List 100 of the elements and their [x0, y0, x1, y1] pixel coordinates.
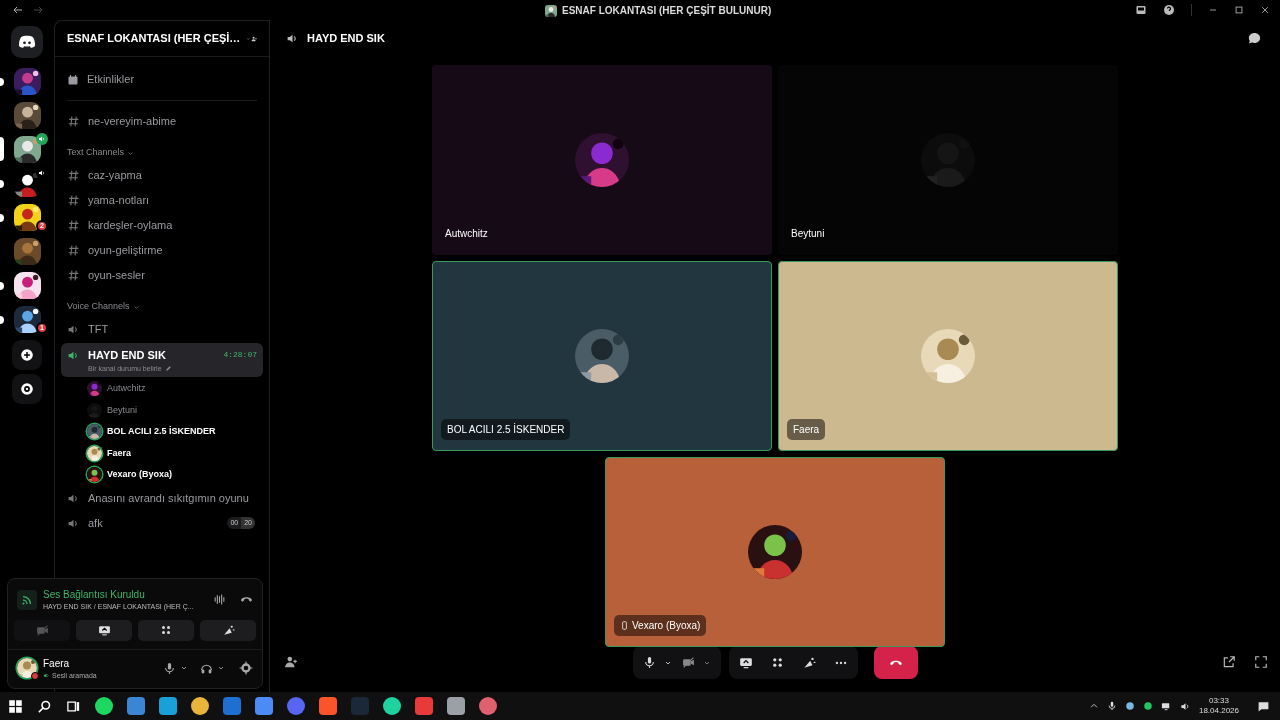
hash-icon: [67, 269, 80, 282]
camera-button[interactable]: [681, 656, 711, 669]
clock-date: 18.04.2026: [1198, 706, 1239, 716]
taskbar-app-icon[interactable]: [191, 697, 209, 715]
chevron-down-icon: [132, 303, 140, 311]
screen-share-button[interactable]: [738, 655, 753, 670]
taskbar-app-icon[interactable]: [95, 697, 113, 715]
screen-share-icon: [97, 623, 111, 637]
home-button[interactable]: [11, 26, 43, 58]
channel-title: HAYD END SIK: [307, 30, 385, 46]
window-title: ESNAF LOKANTASI (HER ÇEŞİT BULUNUR): [562, 3, 772, 18]
participant-name-tag: Faera: [787, 419, 826, 440]
server-icon[interactable]: [13, 204, 41, 231]
channel-item[interactable]: oyun-geliştirme: [61, 238, 263, 263]
voice-member[interactable]: Autwchitz: [61, 378, 263, 400]
channel-item[interactable]: yama-notları: [61, 188, 263, 213]
soundboard-icon: [801, 655, 816, 670]
task-view-button[interactable]: [66, 698, 81, 714]
participant-tile[interactable]: Beytuni: [778, 65, 1118, 255]
inbox-icon: [1135, 4, 1147, 16]
channel-item[interactable]: TFT: [61, 317, 263, 342]
channel-item[interactable]: Anasını avrandı sıkıtgımın oyunu: [61, 485, 263, 511]
server-icon[interactable]: [13, 68, 41, 95]
taskbar-app-icon[interactable]: [287, 697, 305, 715]
participant-name: Beytuni: [791, 227, 825, 241]
search-icon: [37, 698, 52, 714]
server-name[interactable]: ESNAF LOKANTASI (HER ÇEŞİ…: [67, 30, 241, 47]
chat-icon: [1247, 30, 1262, 46]
discover-button[interactable]: [12, 374, 42, 404]
voice-member[interactable]: Vexaro (Byoxa): [61, 464, 263, 486]
taskbar-app-icon[interactable]: [479, 697, 497, 715]
participant-name: Autwchitz: [445, 227, 488, 241]
channel-item[interactable]: caz-yapma: [61, 163, 263, 188]
hash-icon: [67, 115, 80, 128]
taskbar-app-icon[interactable]: [447, 697, 465, 715]
plus-icon: [20, 348, 34, 362]
mic-icon: [1106, 701, 1117, 711]
channel-item[interactable]: oyun-sesler: [61, 263, 263, 288]
mute-button[interactable]: [642, 656, 672, 669]
participant-tile[interactable]: Faera: [778, 261, 1118, 451]
server-icon[interactable]: [13, 306, 41, 333]
chevron-down-icon: [127, 149, 135, 157]
user-name: Faera: [43, 656, 71, 671]
start-button[interactable]: [8, 698, 23, 714]
add-server-button[interactable]: [12, 340, 42, 370]
activities-button[interactable]: [770, 656, 784, 669]
activities-button[interactable]: [138, 619, 194, 641]
soundboard-icon: [221, 623, 235, 637]
camera-button[interactable]: [14, 619, 70, 641]
participant-name-tag: BOL ACILI 2.5 İSKENDER: [441, 419, 571, 440]
pop-out-icon: [1222, 655, 1236, 669]
start-icon: [8, 698, 23, 714]
settings-button[interactable]: [239, 661, 253, 676]
channel-item[interactable]: kardeşler-oylama: [61, 213, 263, 238]
voice-member[interactable]: BOL ACILI 2.5 İSKENDER: [61, 421, 263, 443]
participant-tile[interactable]: Vexaro (Byoxa): [605, 457, 945, 647]
notification-icon: [1257, 699, 1270, 713]
invite-button[interactable]: [284, 655, 298, 669]
voice-member[interactable]: Beytuni: [61, 399, 263, 421]
caret-up-icon: [1088, 701, 1099, 711]
participant-name-tag: Vexaro (Byoxa): [614, 615, 707, 636]
search-button[interactable]: [37, 698, 52, 714]
task-view-icon: [66, 698, 81, 714]
fullscreen-icon: [1254, 655, 1268, 669]
channel-item[interactable]: ne-vereyim-abime: [61, 109, 263, 134]
server-icon[interactable]: [13, 136, 41, 163]
tray-app-icon: [1142, 701, 1153, 711]
add-user-icon: [284, 655, 298, 669]
fullscreen-button[interactable]: [1254, 655, 1268, 669]
category-header[interactable]: Voice Channels: [67, 300, 130, 314]
noise-button[interactable]: [213, 593, 226, 607]
camera-off-icon: [681, 656, 695, 669]
calendar-icon: [67, 73, 79, 86]
pop-out-button[interactable]: [1222, 655, 1236, 669]
voice-member[interactable]: Faera: [61, 442, 263, 464]
activities-icon: [770, 656, 784, 669]
hash-icon: [67, 194, 80, 207]
sound-bars-icon: [213, 593, 226, 607]
server-icon[interactable]: [13, 272, 41, 299]
hash-icon: [67, 244, 80, 257]
call-timer: 4:28:07: [223, 349, 257, 362]
participant-tile[interactable]: BOL ACILI 2.5 İSKENDER: [432, 261, 772, 451]
server-icon[interactable]: [13, 238, 41, 265]
taskbar-app-icon[interactable]: [383, 697, 401, 715]
phone-icon: [620, 621, 629, 630]
leave-call-button[interactable]: [873, 646, 918, 679]
screen-share-icon: [738, 655, 753, 670]
maximize-icon: [1234, 5, 1244, 15]
events-item[interactable]: Etkinlikler: [61, 67, 263, 92]
activities-icon: [160, 624, 172, 636]
mute-button[interactable]: [163, 661, 188, 675]
soundboard-button[interactable]: [801, 655, 816, 670]
category-header[interactable]: Text Channels: [67, 146, 125, 160]
hash-icon: [67, 169, 80, 182]
hash-icon: [67, 219, 80, 232]
forward-icon: [32, 4, 44, 16]
participant-tile[interactable]: Autwchitz: [432, 65, 772, 255]
server-icon[interactable]: [13, 102, 41, 129]
screen-share-button[interactable]: [76, 619, 132, 641]
compass-icon: [20, 382, 34, 396]
